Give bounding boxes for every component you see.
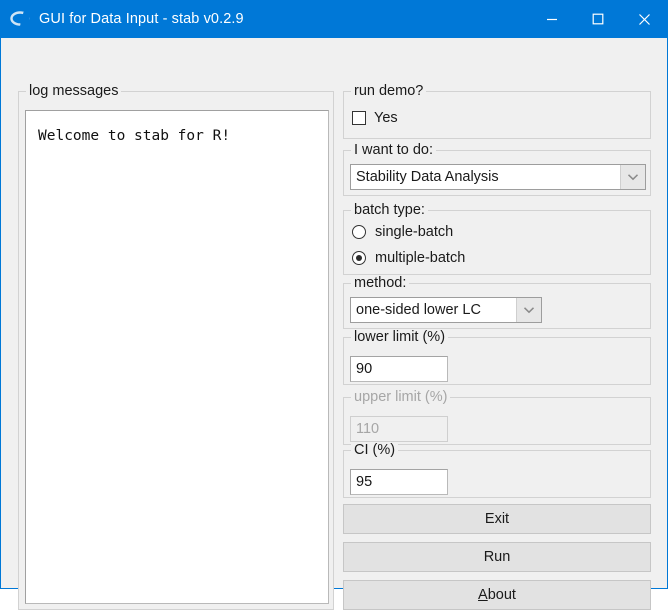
- chevron-down-icon[interactable]: [516, 298, 541, 322]
- task-combobox[interactable]: Stability Data Analysis: [350, 164, 646, 190]
- lower-limit-label: lower limit (%): [351, 329, 449, 345]
- upper-limit-input: 110: [350, 416, 448, 442]
- method-combobox[interactable]: one-sided lower LC: [350, 297, 542, 323]
- radio-multiple-batch-label: multiple-batch: [375, 250, 466, 266]
- lower-limit-input[interactable]: 90: [350, 356, 448, 382]
- maximize-icon: [592, 13, 604, 25]
- about-button-label: bout: [487, 587, 516, 603]
- method-label: method:: [351, 275, 410, 291]
- ci-input[interactable]: 95: [350, 469, 448, 495]
- log-text: Welcome to stab for R!: [38, 128, 231, 144]
- run-demo-group: run demo? Yes: [343, 83, 651, 139]
- checkbox-box-icon: [352, 111, 366, 125]
- lower-limit-group: lower limit (%) 90: [343, 329, 651, 385]
- upper-limit-group: upper limit (%) 110: [343, 389, 651, 445]
- log-messages-group: log messages Welcome to stab for R!: [18, 83, 334, 610]
- ci-group: CI (%) 95: [343, 442, 651, 498]
- log-messages-label: log messages: [26, 83, 122, 99]
- close-button[interactable]: [621, 0, 667, 38]
- log-output-area[interactable]: Welcome to stab for R!: [25, 110, 329, 604]
- task-combobox-value: Stability Data Analysis: [356, 169, 499, 185]
- application-window: GUI for Data Input - stab v0.2.9 log mes…: [0, 0, 668, 610]
- maximize-button[interactable]: [575, 0, 621, 38]
- run-demo-label: run demo?: [351, 83, 427, 99]
- radio-circle-selected-icon: [352, 251, 366, 265]
- batch-type-group: batch type: single-batch multiple-batch: [343, 202, 651, 275]
- about-button[interactable]: About: [343, 580, 651, 610]
- r-logo-icon: [10, 9, 30, 29]
- radio-circle-icon: [352, 225, 366, 239]
- exit-button[interactable]: Exit: [343, 504, 651, 534]
- window-title: GUI for Data Input - stab v0.2.9: [39, 11, 244, 27]
- batch-type-label: batch type:: [351, 202, 428, 218]
- method-combobox-value: one-sided lower LC: [356, 302, 481, 318]
- chevron-down-icon[interactable]: [620, 165, 645, 189]
- client-area: log messages Welcome to stab for R! run …: [1, 38, 667, 610]
- minimize-icon: [547, 18, 557, 21]
- run-button[interactable]: Run: [343, 542, 651, 572]
- title-bar[interactable]: GUI for Data Input - stab v0.2.9: [1, 0, 667, 38]
- task-group: I want to do: Stability Data Analysis: [343, 142, 651, 196]
- radio-single-batch[interactable]: single-batch: [352, 224, 453, 240]
- ci-label: CI (%): [351, 442, 399, 458]
- close-icon: [638, 13, 650, 25]
- task-label: I want to do:: [351, 142, 436, 158]
- upper-limit-label: upper limit (%): [351, 389, 451, 405]
- run-demo-checkbox[interactable]: Yes: [352, 110, 398, 126]
- method-group: method: one-sided lower LC: [343, 275, 651, 329]
- radio-single-batch-label: single-batch: [375, 224, 454, 240]
- radio-multiple-batch[interactable]: multiple-batch: [352, 250, 465, 266]
- minimize-button[interactable]: [529, 0, 575, 38]
- run-demo-checkbox-label: Yes: [374, 110, 398, 126]
- window-controls: [529, 0, 667, 38]
- about-button-accel: A: [478, 587, 488, 603]
